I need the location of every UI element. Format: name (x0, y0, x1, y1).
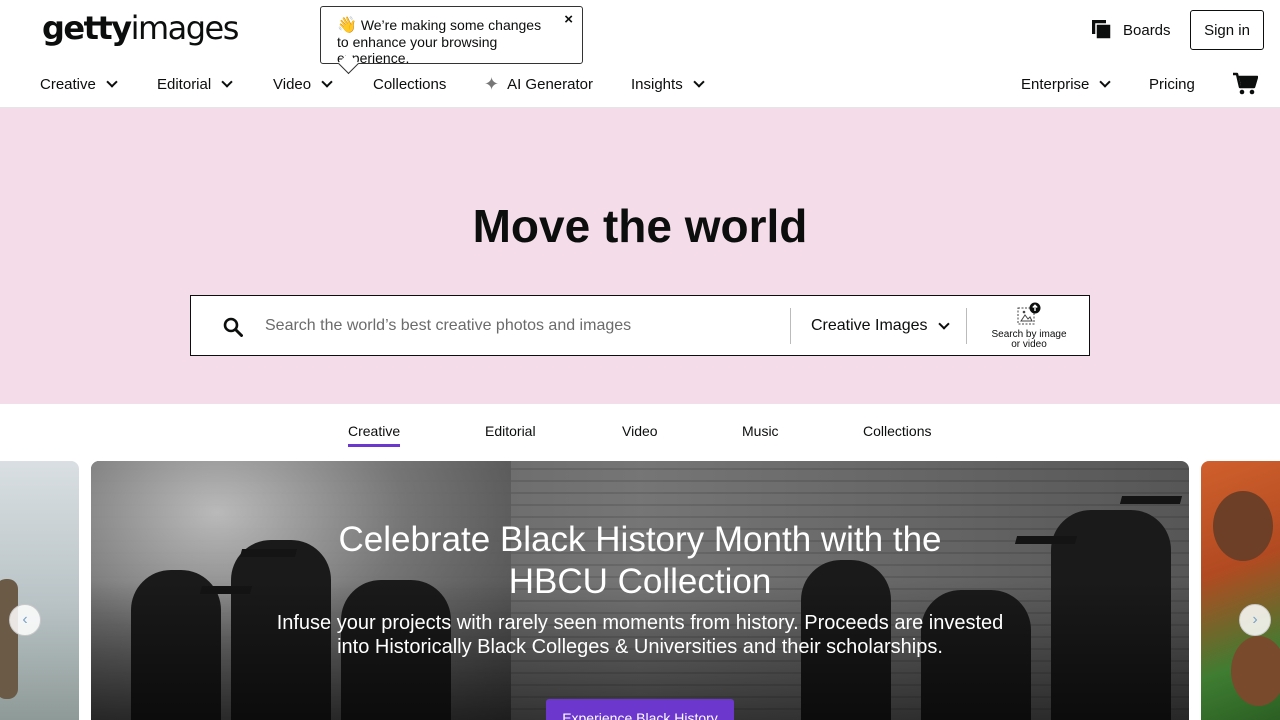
experience-black-history-button[interactable]: Experience Black History (546, 699, 734, 720)
tab-creative[interactable]: Creative (348, 423, 401, 447)
search-bar: Creative Images Search by image or video (190, 295, 1090, 356)
toast-message: We’re making some changes to enhance you… (337, 17, 542, 66)
search-type-label: Creative Images (811, 317, 928, 334)
sparkle-icon: ✦ (484, 73, 500, 94)
nav-insights-label: Insights (631, 75, 683, 93)
hero-title: Move the world (472, 200, 808, 252)
banner-subtitle: Infuse your projects with rarely seen mo… (241, 611, 1039, 659)
nav-insights[interactable]: Insights (631, 64, 705, 104)
search-divider (966, 308, 967, 344)
boards-link[interactable]: Boards (1092, 18, 1171, 42)
nav-editorial-label: Editorial (157, 75, 212, 93)
chevron-down-icon (106, 75, 118, 88)
banner-title-line-1: Celebrate Black History Month with the (338, 520, 942, 559)
nav-creative[interactable]: Creative (40, 64, 118, 104)
nav-pricing[interactable]: Pricing (1149, 64, 1195, 104)
carousel-card-next[interactable] (1201, 461, 1280, 720)
banner-title: Celebrate Black History Month with the H… (281, 519, 999, 603)
search-by-image-label-2: or video (1011, 339, 1047, 350)
close-icon[interactable]: × (564, 12, 573, 28)
chevron-down-icon (221, 75, 233, 88)
chevron-down-icon (693, 75, 705, 88)
nav-video[interactable]: Video (273, 64, 333, 104)
tab-video[interactable]: Video (622, 423, 658, 447)
sign-in-button[interactable]: Sign in (1190, 10, 1264, 50)
top-bar: gettyimages 👋 We’re making some changes … (0, 0, 1280, 66)
wave-icon: 👋 (337, 17, 357, 34)
chevron-down-icon (1099, 75, 1112, 88)
cart-icon[interactable] (1232, 72, 1259, 96)
announcement-toast: 👋 We’re making some changes to enhance y… (320, 6, 583, 66)
search-type-dropdown[interactable]: Creative Images (811, 296, 950, 356)
image-upload-icon (1016, 302, 1042, 326)
content-tabs: Creative Editorial Video Music Collectio… (0, 404, 1280, 460)
banner-subtitle-line-1: Infuse your projects with rarely seen mo… (276, 612, 1004, 634)
nav-pricing-label: Pricing (1149, 75, 1195, 93)
hero-section: Move the world Creative Images (0, 108, 1280, 404)
boards-icon (1092, 20, 1112, 40)
carousel-prev-button[interactable]: ‹ (9, 604, 41, 636)
chevron-down-icon (321, 75, 333, 88)
chevron-left-icon: ‹ (22, 611, 28, 628)
nav-enterprise[interactable]: Enterprise (1021, 64, 1112, 104)
graduation-cap (1014, 536, 1078, 544)
featured-banner: Celebrate Black History Month with the H… (91, 461, 1189, 720)
logo-bold-text: getty (42, 9, 132, 47)
card-right-person (1231, 636, 1280, 706)
nav-editorial[interactable]: Editorial (157, 64, 233, 104)
nav-creative-label: Creative (40, 75, 96, 93)
chevron-right-icon: › (1252, 611, 1258, 628)
nav-collections[interactable]: Collections (373, 64, 446, 104)
search-by-image-button[interactable]: Search by image or video (981, 302, 1077, 350)
tab-editorial[interactable]: Editorial (485, 423, 536, 447)
logo-light-text: images (130, 9, 240, 47)
search-input[interactable] (265, 310, 775, 342)
chevron-down-icon (937, 317, 950, 330)
nav-collections-label: Collections (373, 75, 447, 93)
search-divider (790, 308, 791, 344)
boards-label: Boards (1123, 21, 1171, 39)
card-left-figure (0, 579, 18, 699)
search-icon[interactable] (223, 317, 243, 337)
nav-ai-generator-label: AI Generator (507, 75, 593, 93)
tab-collections[interactable]: Collections (863, 423, 931, 447)
banner-title-line-2: HBCU Collection (508, 562, 772, 601)
carousel-next-button[interactable]: › (1239, 604, 1271, 636)
nav-video-label: Video (273, 75, 312, 93)
tab-music[interactable]: Music (742, 423, 779, 447)
nav-ai-generator[interactable]: ✦ AI Generator (484, 64, 593, 104)
main-nav: Creative Editorial Video Collections ✦ AI… (0, 64, 1280, 108)
banner-subtitle-line-2: into Historically Black Colleges & Unive… (337, 636, 943, 658)
carousel-card-previous[interactable] (0, 461, 79, 720)
card-right-person (1213, 491, 1273, 561)
gettyimages-logo[interactable]: gettyimages (42, 8, 240, 48)
graduation-cap (1119, 496, 1183, 504)
nav-enterprise-label: Enterprise (1021, 75, 1090, 93)
